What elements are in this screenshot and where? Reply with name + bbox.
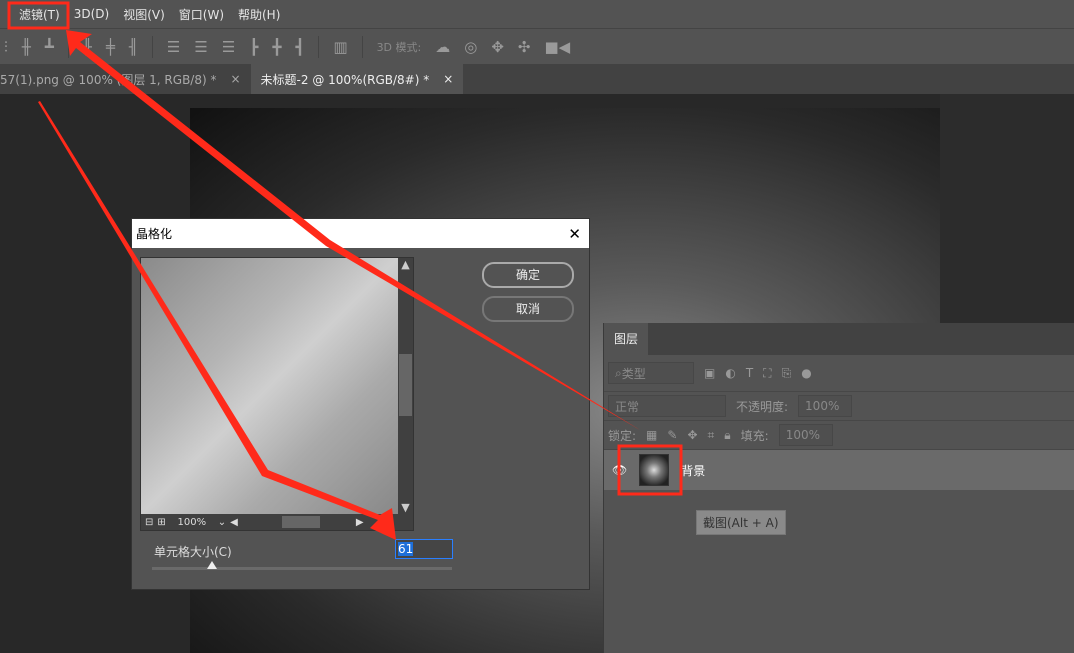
type-filter-icon[interactable]: T <box>746 366 753 380</box>
lock-all-icon[interactable]: 🔒︎ <box>724 428 730 443</box>
options-bar: ⫶ ╫ ┻ ╟ ╪ ╢ ☰ ☰ ☰ ┣ ╋ ┫ ▥ 3D 模式: ☁ ◎ ✥ ✣ ■◀ <box>0 28 1074 64</box>
zoom-level[interactable]: 100% <box>170 517 214 528</box>
distribute-bottom-icon[interactable]: ☰ <box>222 38 235 56</box>
divider <box>362 36 363 58</box>
tooltip: 截图(Alt + A) <box>696 510 786 535</box>
layer-thumbnail <box>639 454 669 486</box>
fill-input[interactable]: 100% <box>779 424 833 446</box>
scroll-up-icon[interactable]: ▲ <box>398 258 413 271</box>
dialog-title: 晶格化 <box>136 225 172 242</box>
lock-label: 锁定: <box>608 427 636 444</box>
opacity-input[interactable]: 100% <box>798 395 852 417</box>
3d-camera-icon[interactable]: ■◀ <box>544 38 570 56</box>
ok-button[interactable]: 确定 <box>482 262 574 288</box>
layers-panel: 图层 ⌕ 类型 ▣◐T⛶⎘● 正常 不透明度: 100% 锁定: ▦✎✥⌗🔒︎ … <box>603 323 1074 653</box>
menu-bar: 滤镜(T) 3D(D) 视图(V) 窗口(W) 帮助(H) <box>0 0 1074 28</box>
tab-label: 未标题-2 @ 100%(RGB/8#) * <box>261 71 430 88</box>
fill-label: 填充: <box>741 427 769 444</box>
scroll-left-icon[interactable]: ◀ <box>230 517 238 528</box>
layer-filter-select[interactable]: ⌕ 类型 <box>608 362 694 384</box>
scroll-down-icon[interactable]: ▼ <box>398 501 413 514</box>
distribute-top-icon[interactable]: ☰ <box>167 38 180 56</box>
menu-view[interactable]: 视图(V) <box>116 6 172 23</box>
cell-size-value: 61 <box>398 542 413 556</box>
3d-slide-icon[interactable]: ✣ <box>518 38 531 56</box>
zoom-out-button[interactable]: ⊟ <box>145 517 153 528</box>
align-bottom-icon[interactable]: ┻ <box>45 38 54 56</box>
shape-filter-icon[interactable]: ⛶ <box>763 366 771 381</box>
3d-mode-label: 3D 模式: <box>377 39 422 55</box>
visibility-eye-icon[interactable]: 👁︎ <box>612 463 627 477</box>
close-icon[interactable]: × <box>443 72 453 86</box>
close-icon[interactable]: ✕ <box>568 225 581 243</box>
opacity-label: 不透明度: <box>736 398 788 415</box>
workspace-background <box>940 94 1074 324</box>
zoom-in-button[interactable]: ⊞ <box>157 517 165 528</box>
divider <box>68 36 69 58</box>
layer-name: 背景 <box>681 462 705 479</box>
menu-window[interactable]: 窗口(W) <box>172 6 231 23</box>
adjustment-filter-icon[interactable]: ◐ <box>725 366 735 380</box>
search-icon: ⌕ <box>615 366 622 381</box>
filter-kind: 类型 <box>622 365 646 382</box>
distribute-vcenter-icon[interactable]: ☰ <box>194 38 207 56</box>
align-right-icon[interactable]: ╢ <box>129 38 138 56</box>
blend-mode-select[interactable]: 正常 <box>608 395 726 417</box>
vertical-scrollbar[interactable]: ▲ ▼ <box>398 258 413 514</box>
lock-transparent-icon[interactable]: ▦ <box>646 428 657 442</box>
menu-3d[interactable]: 3D(D) <box>67 7 116 21</box>
preview-pane: ▲ ▼ ⊟ ⊞ 100% ⌄ ◀ ▶ <box>140 257 414 531</box>
document-tabs: 57(1).png @ 100% (图层 1, RGB/8) * × 未标题-2 … <box>0 64 1074 94</box>
filter-toggle-icon[interactable]: ● <box>801 366 811 380</box>
lock-artboard-icon[interactable]: ⌗ <box>708 428 715 443</box>
lock-paint-icon[interactable]: ✎ <box>667 428 677 442</box>
crystallize-dialog: 晶格化 ✕ ▲ ▼ ⊟ ⊞ 100% ⌄ ◀ ▶ 确定 取消 单元格大小(C) 6… <box>131 218 590 590</box>
cancel-button[interactable]: 取消 <box>482 296 574 322</box>
tab-document-1[interactable]: 57(1).png @ 100% (图层 1, RGB/8) * × <box>0 64 251 94</box>
cell-size-label: 单元格大小(C) <box>154 543 232 560</box>
close-icon[interactable]: × <box>230 72 240 86</box>
chevron-down-icon[interactable]: ⌄ <box>218 517 226 528</box>
slider-thumb[interactable] <box>207 561 217 569</box>
layer-row-background[interactable]: 👁︎ 背景 <box>604 450 1074 490</box>
align-icon[interactable]: ⫶ <box>4 38 8 56</box>
menu-help[interactable]: 帮助(H) <box>231 6 287 23</box>
align-icon[interactable]: ╫ <box>22 38 31 56</box>
cell-size-input[interactable]: 61 <box>395 539 453 559</box>
smart-object-filter-icon[interactable]: ⎘ <box>782 366 792 381</box>
image-filter-icon[interactable]: ▣ <box>704 366 715 380</box>
preview-image[interactable] <box>141 258 398 514</box>
distribute-left-icon[interactable]: ┣ <box>249 38 258 56</box>
menu-filter[interactable]: 滤镜(T) <box>12 6 67 23</box>
distribute-hcenter-icon[interactable]: ╋ <box>272 38 281 56</box>
tab-layers[interactable]: 图层 <box>604 323 648 355</box>
3d-roll-icon[interactable]: ◎ <box>464 38 477 56</box>
3d-pan-icon[interactable]: ✥ <box>491 38 504 56</box>
scroll-right-icon[interactable]: ▶ <box>356 517 364 528</box>
divider <box>152 36 153 58</box>
tab-document-2[interactable]: 未标题-2 @ 100%(RGB/8#) * × <box>251 64 464 94</box>
distribute-right-icon[interactable]: ┫ <box>295 38 304 56</box>
tab-label: 57(1).png @ 100% (图层 1, RGB/8) * <box>0 71 216 88</box>
3d-orbit-icon[interactable]: ☁ <box>435 38 450 56</box>
lock-move-icon[interactable]: ✥ <box>687 428 697 442</box>
cell-size-slider[interactable] <box>152 567 452 570</box>
scroll-thumb[interactable] <box>399 354 412 416</box>
auto-align-icon[interactable]: ▥ <box>333 38 347 56</box>
divider <box>318 36 319 58</box>
align-left-icon[interactable]: ╟ <box>83 38 92 56</box>
align-hcenter-icon[interactable]: ╪ <box>106 38 115 56</box>
